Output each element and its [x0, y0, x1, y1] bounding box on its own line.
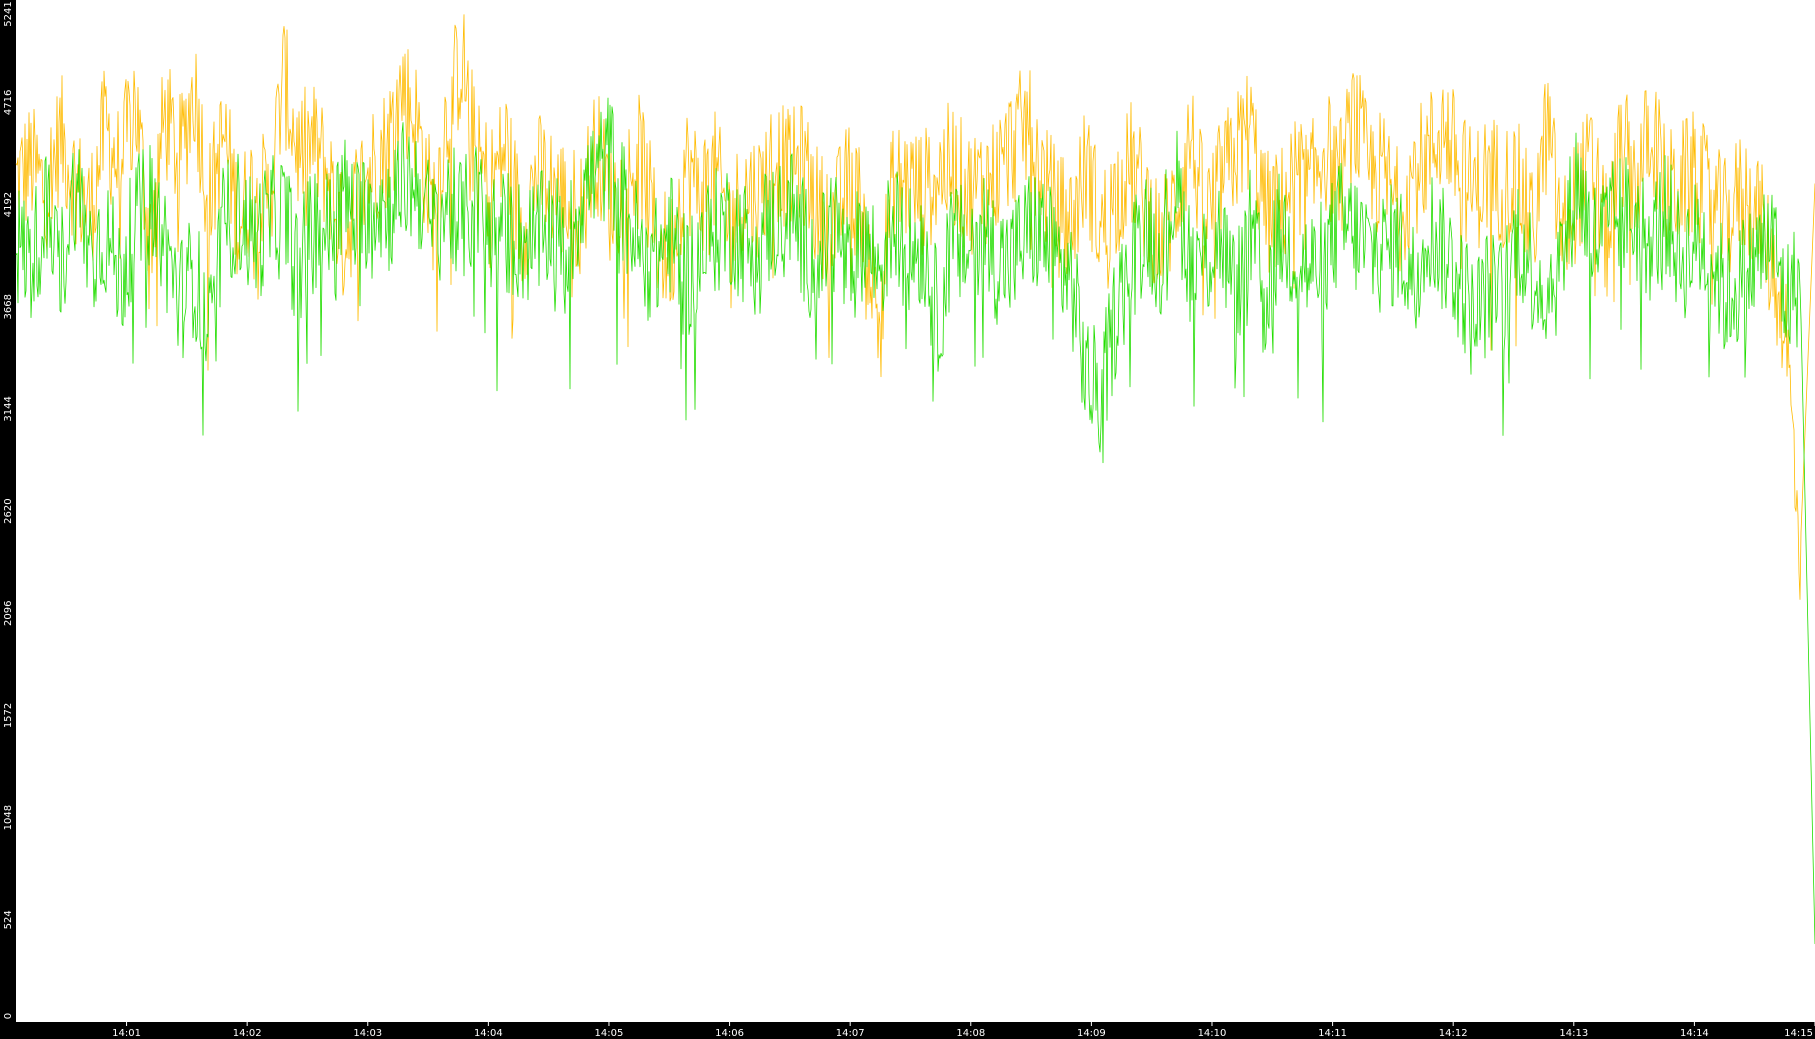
x-tick-label: 14:13 [1559, 1028, 1588, 1039]
x-tick-label: 14:05 [595, 1028, 624, 1039]
x-tick-label: 14:04 [474, 1028, 503, 1039]
x-tick-label: 14:11 [1318, 1028, 1347, 1039]
y-tick-label: 2620 [3, 498, 14, 523]
y-tick-label: 524 [3, 910, 14, 929]
x-tick-label: 14:15 [1784, 1028, 1813, 1039]
x-tick-label: 14:08 [956, 1028, 985, 1039]
y-tick-label: 5241 [3, 1, 14, 26]
x-tick-label: 14:01 [112, 1028, 141, 1039]
y-tick-label: 3144 [3, 396, 14, 421]
x-tick-label: 14:07 [836, 1028, 865, 1039]
y-tick-label: 1048 [3, 805, 14, 830]
x-tick-label: 14:09 [1077, 1028, 1106, 1039]
x-tick-label: 14:10 [1198, 1028, 1227, 1039]
y-tick-label: 1572 [3, 703, 14, 728]
x-tick-label: 14:06 [715, 1028, 744, 1039]
y-tick-label: 2096 [3, 601, 14, 626]
y-tick-label: 4192 [3, 192, 14, 217]
chart-canvas: 0 524 1048 1572 2096 2620 3144 3668 4192 4716 5241… [0, 0, 1815, 1039]
x-tick-label: 14:03 [353, 1028, 382, 1039]
y-tick-label: 4716 [3, 90, 14, 115]
x-tick-label: 14:02 [233, 1028, 262, 1039]
x-tick-label: 14:14 [1680, 1028, 1709, 1039]
y-tick-label: 0 [3, 1013, 14, 1019]
x-tick-label: 14:12 [1439, 1028, 1468, 1039]
y-tick-label: 3668 [3, 294, 14, 319]
